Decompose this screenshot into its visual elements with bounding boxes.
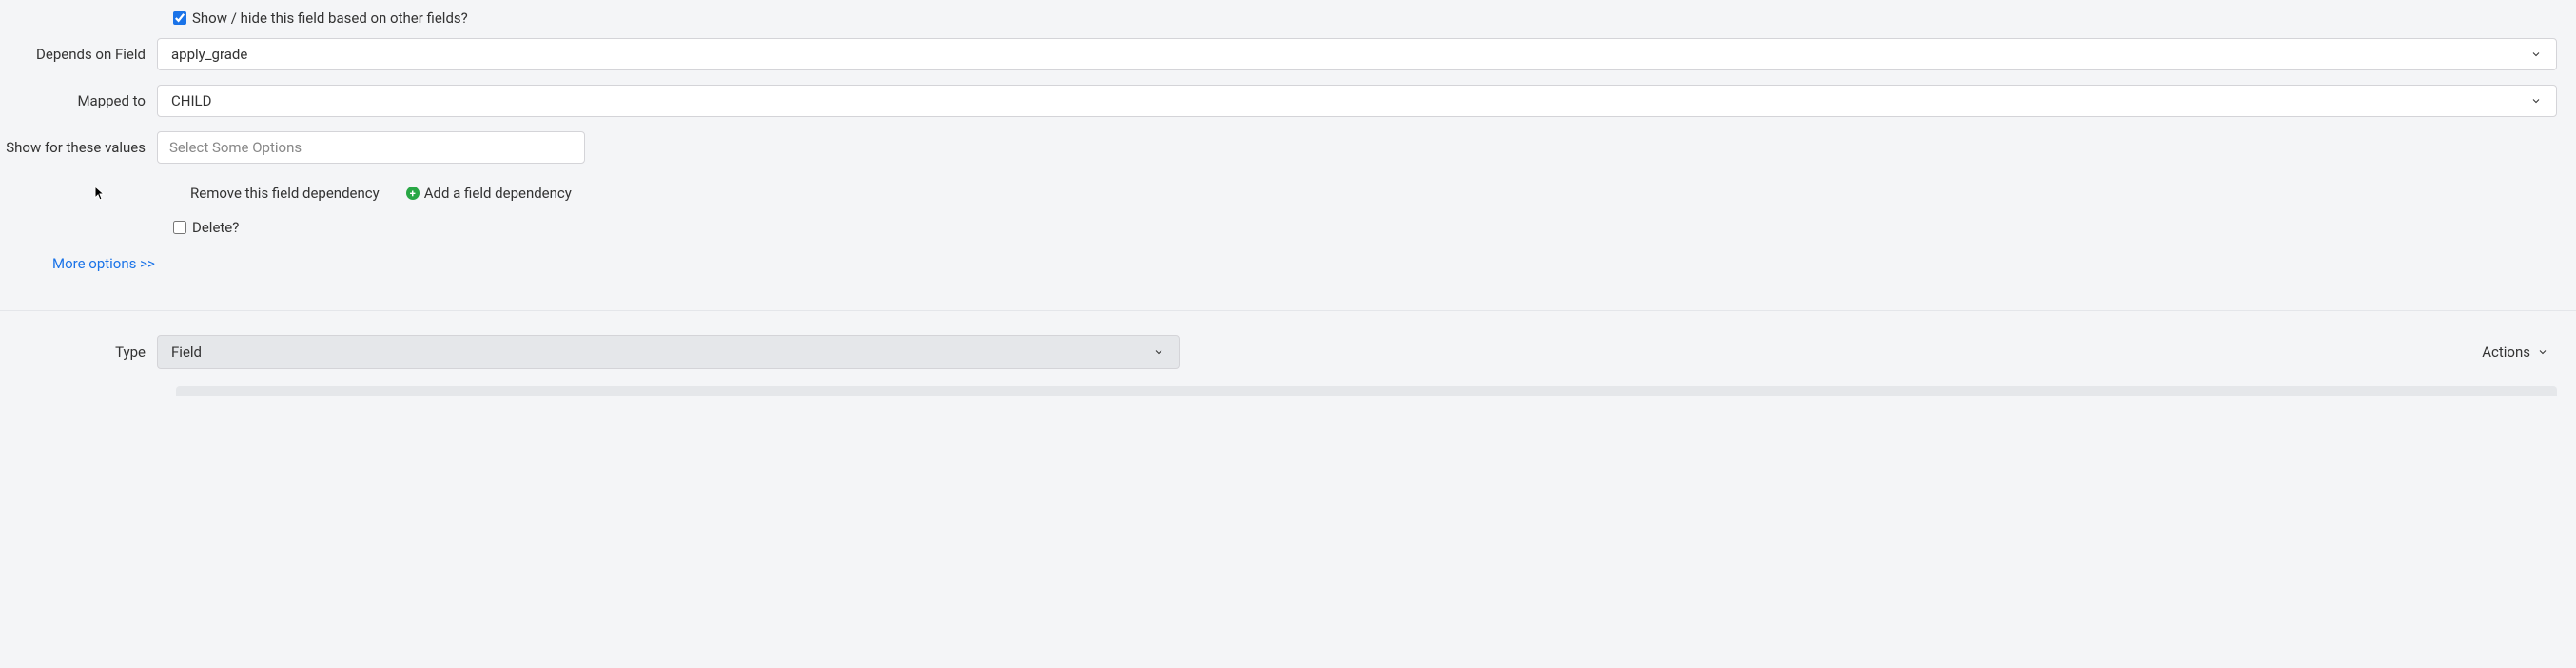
depends-on-label: Depends on Field — [0, 46, 157, 63]
type-label: Type — [0, 344, 157, 361]
mapped-to-value: CHILD — [171, 92, 2529, 109]
depends-on-value: apply_grade — [171, 46, 2529, 63]
chevron-down-icon — [1152, 345, 1165, 359]
actions-label: Actions — [2482, 344, 2530, 361]
delete-label: Delete? — [192, 219, 239, 236]
mapped-to-label: Mapped to — [0, 92, 157, 109]
show-for-values-placeholder: Select Some Options — [169, 139, 302, 156]
plus-circle-icon: + — [406, 187, 420, 200]
show-hide-label: Show / hide this field based on other fi… — [192, 10, 468, 27]
chevron-down-icon — [2536, 345, 2549, 359]
show-for-values-input[interactable]: Select Some Options — [157, 131, 585, 164]
type-value: Field — [171, 344, 1152, 361]
mapped-to-select[interactable]: CHILD — [157, 85, 2557, 117]
show-hide-checkbox[interactable] — [173, 11, 186, 25]
remove-dependency-link[interactable]: Remove this field dependency — [190, 185, 380, 202]
add-dependency-label: Add a field dependency — [424, 185, 572, 202]
add-dependency-link[interactable]: + Add a field dependency — [406, 185, 572, 202]
cursor-icon — [94, 186, 107, 206]
chevron-down-icon — [2529, 94, 2543, 108]
depends-on-select[interactable]: apply_grade — [157, 38, 2557, 70]
collapsed-panel-strip — [176, 386, 2557, 396]
chevron-down-icon — [2529, 48, 2543, 61]
more-options-link[interactable]: More options >> — [52, 255, 2576, 272]
type-select[interactable]: Field — [157, 335, 1180, 369]
show-for-values-label: Show for these values — [0, 139, 157, 156]
delete-checkbox[interactable] — [173, 221, 186, 234]
actions-dropdown[interactable]: Actions — [2482, 344, 2549, 361]
